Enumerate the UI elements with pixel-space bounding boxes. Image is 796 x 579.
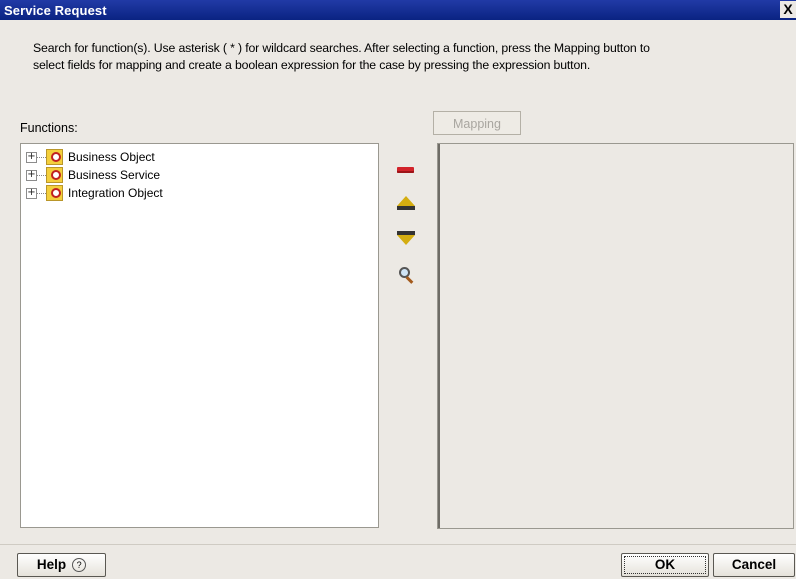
mapping-button[interactable]: Mapping [433,111,521,135]
tree-connector [37,175,46,176]
tree-item-label: Integration Object [68,186,163,200]
close-button[interactable]: X [780,1,796,18]
tree-item-business-object[interactable]: + Business Object [26,149,326,167]
dialog-title: Service Request [4,3,107,18]
tree-connector [37,193,46,194]
search-icon-handle [405,276,414,284]
tree-item-label: Business Object [68,150,155,164]
remove-button[interactable] [392,160,418,182]
move-up-icon [397,196,415,210]
service-request-dialog: Service Request X Search for function(s)… [0,0,796,579]
expand-icon[interactable]: + [26,152,37,163]
footer-divider [0,544,796,545]
title-bar[interactable]: Service Request X [0,0,796,20]
business-object-icon [46,149,63,165]
tree-connector [37,157,46,158]
ok-button-label: OK [624,556,706,574]
ok-button[interactable]: OK [621,553,709,577]
move-down-button[interactable] [392,230,418,252]
move-down-icon [397,231,415,245]
integration-object-icon [46,185,63,201]
search-button[interactable] [392,265,418,287]
expand-icon[interactable]: + [26,170,37,181]
expand-icon[interactable]: + [26,188,37,199]
cancel-button[interactable]: Cancel [713,553,795,577]
mapping-panel[interactable] [437,143,794,529]
move-up-button[interactable] [392,193,418,215]
instructions-text: Search for function(s). Use asterisk ( *… [33,41,650,72]
functions-tree[interactable]: + Business Object + Business Service + I… [20,143,379,528]
help-icon: ? [72,558,87,572]
help-button[interactable]: Help? [17,553,106,577]
help-button-label: Help [36,557,67,572]
function-tools [392,160,422,300]
tree-item-integration-object[interactable]: + Integration Object [26,185,326,203]
functions-label: Functions: [20,121,78,135]
business-service-icon [46,167,63,183]
tree-item-business-service[interactable]: + Business Service [26,167,326,185]
tree-item-label: Business Service [68,168,161,182]
remove-icon [397,167,414,173]
